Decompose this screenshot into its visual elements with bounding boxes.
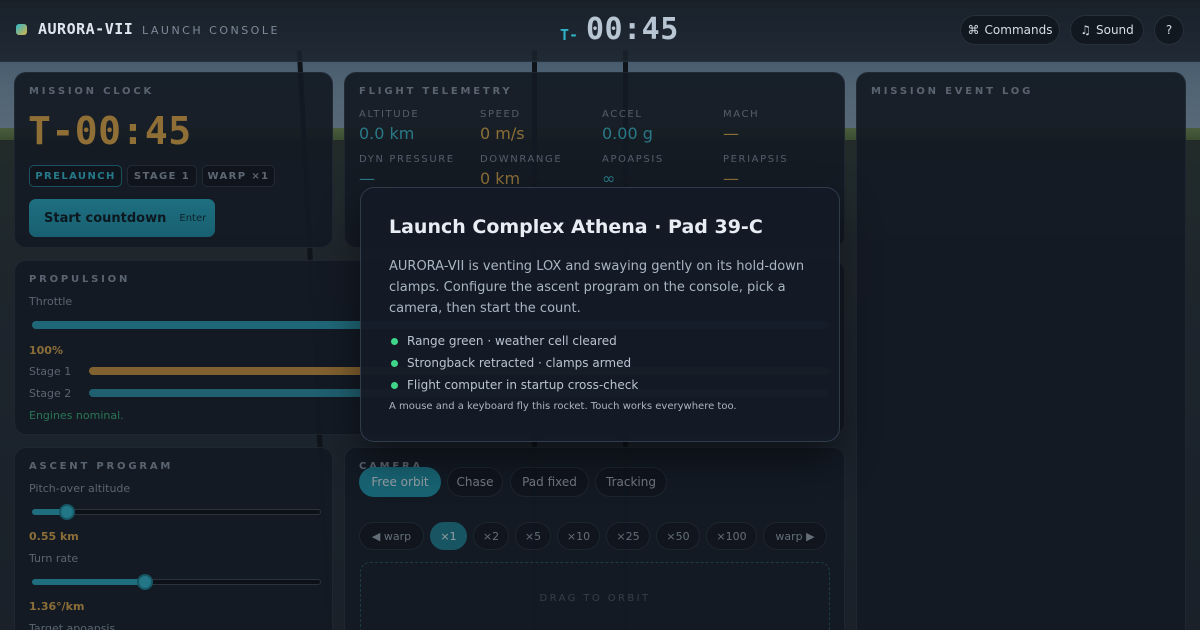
- telemetry-label: SPEED: [480, 109, 521, 120]
- telemetry-value-periapsis: —: [723, 169, 739, 188]
- pitch-over-slider[interactable]: [32, 509, 321, 515]
- checklist-item: Range green · weather cell cleared: [389, 334, 617, 348]
- warp-level-x2[interactable]: ×2: [473, 522, 509, 550]
- welcome-dialog: Launch Complex Athena · Pad 39-C AURORA-…: [360, 187, 840, 442]
- mission-clock-time: T-00:45: [28, 109, 192, 153]
- phase-tag-warp: WARP ×1: [202, 165, 275, 187]
- status-dot-icon: [391, 381, 398, 389]
- warp-level-x100[interactable]: ×100: [706, 522, 757, 550]
- target-apoapsis-label: Target apoapsis: [29, 622, 116, 630]
- music-note-icon: ♫: [1080, 23, 1091, 37]
- clock-prefix: T-: [560, 26, 579, 44]
- panel-title: MISSION CLOCK: [29, 86, 155, 97]
- camera-mode-chase[interactable]: Chase: [447, 467, 503, 497]
- telemetry-label: PERIAPSIS: [723, 154, 789, 165]
- sound-label: Sound: [1095, 23, 1134, 37]
- keyboard-shortcut: Enter: [179, 212, 207, 224]
- telemetry-label: MACH: [723, 109, 760, 120]
- throttle-label: Throttle: [29, 295, 73, 308]
- help-label: ?: [1165, 23, 1173, 37]
- start-countdown-button[interactable]: Start countdown Enter: [29, 199, 215, 237]
- top-bar: AURORA-VII LAUNCH CONSOLE T- 00:45 ⌘ Com…: [0, 0, 1200, 62]
- turn-rate-slider-fill: [32, 579, 145, 585]
- status-dot-icon: [391, 359, 398, 367]
- warp-level-x5[interactable]: ×5: [515, 522, 551, 550]
- warp-decrease-button[interactable]: ◀ warp: [359, 522, 424, 550]
- checklist-item: Flight computer in startup cross-check: [389, 378, 638, 392]
- telemetry-value-altitude: 0.0 km: [359, 124, 415, 143]
- command-icon: ⌘: [967, 23, 980, 37]
- telemetry-value-mach: —: [723, 124, 739, 143]
- telemetry-label: DYN PRESSURE: [359, 154, 455, 165]
- brand-subtitle: LAUNCH CONSOLE: [142, 24, 280, 37]
- phase-tag-prelaunch: PRELAUNCH: [29, 165, 122, 187]
- mission-event-log-panel[interactable]: MISSION EVENT LOG: [856, 72, 1186, 630]
- warp-level-x50[interactable]: ×50: [656, 522, 700, 550]
- panel-title: ASCENT PROGRAM: [29, 461, 174, 472]
- camera-mode-tracking[interactable]: Tracking: [595, 467, 667, 497]
- dialog-body: AURORA-VII is venting LOX and swaying ge…: [389, 259, 805, 316]
- turn-rate-value: 1.36°/km: [29, 600, 85, 613]
- brand-logo-icon: [16, 24, 27, 35]
- telemetry-value-accel: 0.00 g: [602, 124, 653, 143]
- dialog-footer: A mouse and a keyboard fly this rocket. …: [389, 401, 737, 412]
- start-countdown-label: Start countdown: [44, 210, 167, 226]
- camera-mode-free-orbit[interactable]: Free orbit: [359, 467, 441, 497]
- warp-level-x1[interactable]: ×1: [430, 522, 467, 550]
- status-dot-icon: [391, 337, 398, 345]
- phase-tag-stage: STAGE 1: [127, 165, 197, 187]
- telemetry-label: APOAPSIS: [602, 154, 664, 165]
- camera-mode-pad-fixed[interactable]: Pad fixed: [510, 467, 589, 497]
- mission-clock-panel: MISSION CLOCK T-00:45 PRELAUNCH STAGE 1 …: [14, 72, 333, 248]
- turn-rate-slider-handle[interactable]: [137, 574, 153, 590]
- panel-title: PROPULSION: [29, 274, 131, 285]
- commands-button[interactable]: ⌘ Commands: [960, 15, 1060, 45]
- ascent-program-panel: ASCENT PROGRAM Pitch-over altitude 0.55 …: [14, 447, 333, 630]
- turn-rate-label: Turn rate: [29, 552, 79, 565]
- stage1-label: Stage 1: [29, 365, 72, 378]
- pitch-over-value: 0.55 km: [29, 530, 79, 543]
- checklist-text: Range green · weather cell cleared: [407, 334, 617, 348]
- checklist-item: Strongback retracted · clamps armed: [389, 356, 631, 370]
- drag-to-orbit-area[interactable]: DRAG TO ORBIT: [360, 562, 830, 630]
- warp-level-x10[interactable]: ×10: [557, 522, 600, 550]
- stage2-label: Stage 2: [29, 387, 72, 400]
- warp-level-x25[interactable]: ×25: [606, 522, 650, 550]
- sound-button[interactable]: ♫ Sound: [1070, 15, 1144, 45]
- pitch-over-label: Pitch-over altitude: [29, 482, 131, 495]
- dialog-title: Launch Complex Athena · Pad 39-C: [389, 216, 763, 238]
- commands-label: Commands: [984, 23, 1053, 37]
- header-clock: 00:45: [586, 12, 679, 47]
- drag-hint: DRAG TO ORBIT: [539, 593, 651, 604]
- telemetry-value-apoapsis: ∞: [602, 169, 616, 188]
- checklist-text: Strongback retracted · clamps armed: [407, 356, 632, 370]
- help-button[interactable]: ?: [1154, 15, 1184, 45]
- telemetry-label: ACCEL: [602, 109, 643, 120]
- checklist-text: Flight computer in startup cross-check: [407, 378, 639, 392]
- telemetry-label: DOWNRANGE: [480, 154, 563, 165]
- panel-title: MISSION EVENT LOG: [871, 86, 1034, 97]
- telemetry-value-speed: 0 m/s: [480, 124, 525, 143]
- brand-name: AURORA-VII: [38, 20, 134, 38]
- panel-title: FLIGHT TELEMETRY: [359, 86, 513, 97]
- throttle-value: 100%: [29, 344, 63, 357]
- telemetry-label: ALTITUDE: [359, 109, 420, 120]
- engine-status: Engines nominal.: [29, 409, 124, 422]
- warp-increase-button[interactable]: warp ▶: [763, 522, 827, 550]
- telemetry-value-dyn-pressure: —: [359, 169, 375, 188]
- telemetry-value-downrange: 0 km: [480, 169, 521, 188]
- pitch-over-slider-handle[interactable]: [59, 504, 75, 520]
